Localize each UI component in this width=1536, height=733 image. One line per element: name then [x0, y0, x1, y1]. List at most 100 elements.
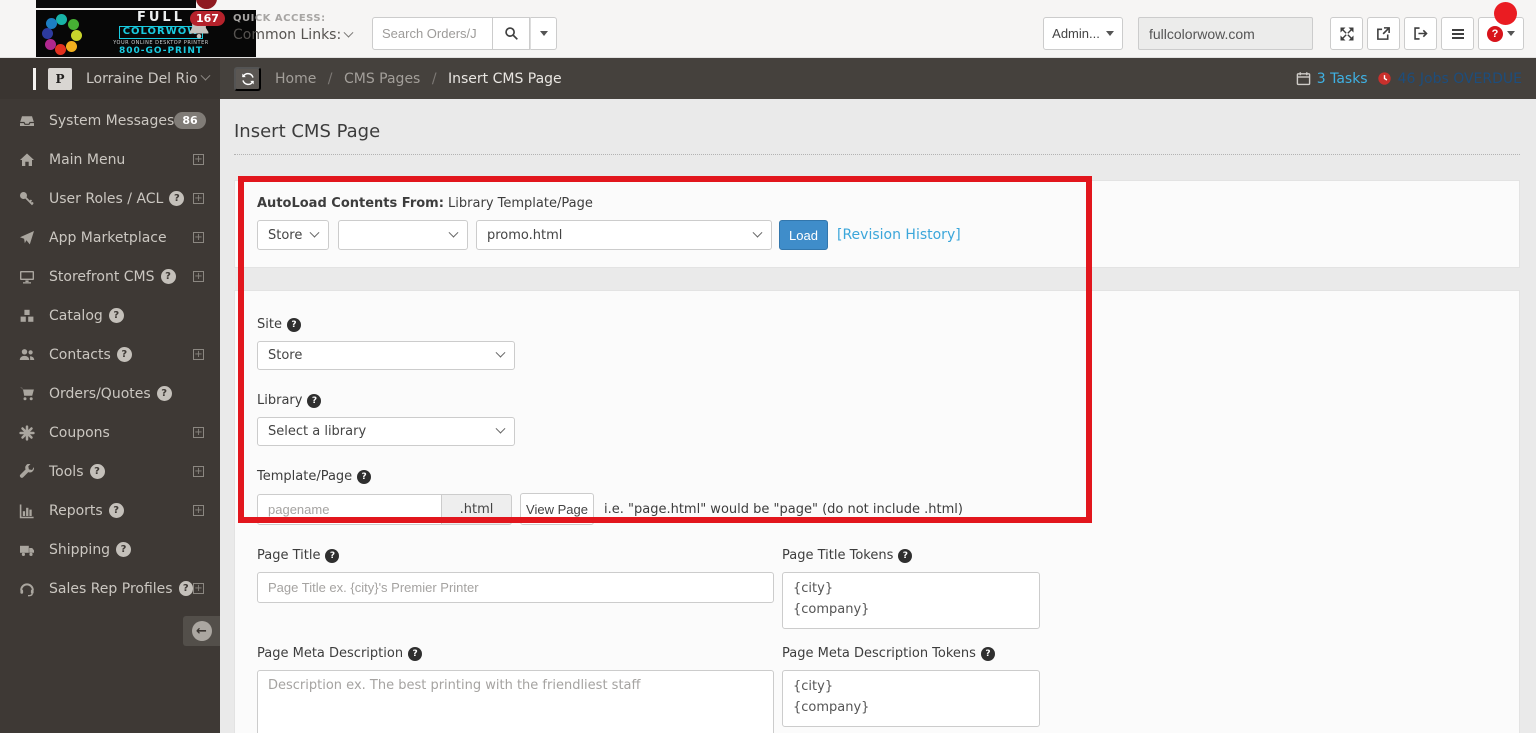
sidebar-item-orders-quotes[interactable]: Orders/Quotes? [0, 374, 220, 413]
sidebar-item-reports[interactable]: Reports? + [0, 491, 220, 530]
chevron-down-icon [495, 423, 506, 434]
overdue-jobs-link[interactable]: 46 Jobs OVERDUE [1398, 71, 1522, 87]
expand-plus-icon[interactable]: + [193, 349, 204, 360]
menu-button[interactable] [1441, 17, 1474, 50]
sidebar-item-tools[interactable]: Tools? + [0, 452, 220, 491]
cubes-icon [18, 308, 36, 324]
help-icon: ? [1487, 25, 1503, 42]
autoload-site-select[interactable]: Store [257, 220, 329, 250]
chevron-down-icon [495, 347, 506, 358]
view-page-button[interactable]: View Page [520, 493, 594, 525]
help-icon: ? [89, 464, 105, 479]
user-menu[interactable]: P Lorraine Del Rio [0, 58, 220, 99]
sidebar-item-system-messages[interactable]: System Messages 86 [0, 101, 220, 140]
autoload-page-select[interactable]: promo.html [476, 220, 772, 250]
help-icon[interactable]: ? [980, 646, 995, 661]
expand-plus-icon[interactable]: + [193, 271, 204, 282]
sidebar-item-app-marketplace[interactable]: App Marketplace + [0, 218, 220, 257]
arrow-left-circle-icon: ← [191, 621, 212, 641]
sign-out-button[interactable] [1404, 17, 1437, 50]
help-icon[interactable]: ? [357, 469, 372, 484]
chevron-down-icon [309, 227, 320, 238]
load-button[interactable]: Load [779, 220, 828, 250]
meta-description-input[interactable] [257, 670, 774, 733]
expand-plus-icon[interactable]: + [193, 232, 204, 243]
key-icon [18, 191, 36, 207]
search-options-dropdown[interactable] [530, 17, 557, 50]
sidebar-item-user-roles-acl[interactable]: User Roles / ACL? + [0, 179, 220, 218]
expand-plus-icon[interactable]: + [193, 466, 204, 477]
paper-plane-icon [18, 230, 36, 246]
chevron-down-icon [343, 27, 354, 38]
sidebar-item-sales-rep-profiles[interactable]: Sales Rep Profiles? + [0, 569, 220, 608]
common-links-dropdown[interactable]: Common Links: [233, 27, 354, 43]
sidebar-menu: System Messages 86 Main Menu + User Roles / … [0, 101, 220, 608]
breadcrumb: Home / CMS Pages / Insert CMS Page [275, 70, 562, 87]
sidebar-item-label: Storefront CMS [49, 268, 155, 285]
site-select[interactable]: Store [257, 341, 515, 370]
help-icon[interactable]: ? [307, 393, 322, 408]
open-external-button[interactable] [1367, 17, 1400, 50]
sidebar-item-contacts[interactable]: Contacts? + [0, 335, 220, 374]
meta-description-tokens-box[interactable]: {city} {company} [782, 670, 1040, 727]
meta-description-label: Page Meta Description [257, 646, 404, 661]
caret-down-icon [1105, 31, 1114, 36]
chevron-down-icon [752, 227, 763, 238]
refresh-icon [241, 72, 254, 85]
search-button[interactable] [493, 17, 530, 50]
page-title-tokens-label: Page Title Tokens [782, 548, 894, 563]
caret-down-icon [1507, 31, 1515, 36]
help-icon: ? [108, 308, 124, 323]
help-icon: ? [116, 542, 132, 557]
expand-plus-icon[interactable]: + [193, 427, 204, 438]
sidebar-item-label: Catalog [49, 307, 103, 324]
library-label: Library [257, 393, 303, 408]
revision-history-link[interactable]: [Revision History] [837, 227, 961, 243]
monitor-icon [18, 269, 36, 285]
tasks-link[interactable]: 3 Tasks [1317, 71, 1368, 87]
breadcrumb-cms-pages[interactable]: CMS Pages [344, 71, 420, 87]
sidebar-item-catalog[interactable]: Catalog? [0, 296, 220, 335]
expand-plus-icon[interactable]: + [193, 154, 204, 165]
user-name: Lorraine Del Rio [86, 70, 198, 87]
admin-dropdown[interactable]: Admin... [1043, 17, 1123, 50]
help-icon[interactable]: ? [408, 646, 423, 661]
dotted-divider [234, 154, 1520, 155]
sidebar-item-storefront-cms[interactable]: Storefront CMS? + [0, 257, 220, 296]
template-page-input[interactable] [257, 493, 442, 525]
page-title-tokens-box[interactable]: {city} {company} [782, 572, 1040, 629]
help-icon[interactable]: ? [898, 548, 913, 563]
sidebar-item-shipping[interactable]: Shipping? [0, 530, 220, 569]
sidebar-item-coupons[interactable]: Coupons + [0, 413, 220, 452]
sidebar-item-label: User Roles / ACL [49, 190, 164, 207]
search-input[interactable] [372, 17, 493, 50]
bell-count-badge: 167 [190, 11, 225, 26]
template-hint-text: i.e. "page.html" would be "page" (do not… [604, 501, 963, 517]
sidebar-item-label: App Marketplace [49, 229, 167, 246]
caret-down-icon [539, 31, 548, 36]
fullscreen-button[interactable] [1330, 17, 1363, 50]
expand-plus-icon[interactable]: + [193, 193, 204, 204]
page-title-input[interactable] [257, 572, 774, 603]
fullscreen-icon [1340, 27, 1353, 40]
help-icon[interactable]: ? [325, 548, 340, 563]
help-icon[interactable]: ? [286, 317, 301, 332]
domain-input[interactable] [1138, 17, 1313, 50]
meta-description-tokens-label: Page Meta Description Tokens [782, 646, 976, 661]
autoload-library-select[interactable] [338, 220, 468, 250]
notifications-bell[interactable]: 167 [184, 11, 225, 48]
library-select[interactable]: Select a library [257, 417, 515, 446]
breadcrumb-home[interactable]: Home [275, 71, 316, 87]
sidebar-item-main-menu[interactable]: Main Menu + [0, 140, 220, 179]
refresh-button[interactable] [234, 66, 261, 91]
sidebar-collapse-button[interactable]: ← [183, 616, 220, 646]
top-header: FULL COLORWOW YOUR ONLINE DESKTOP PRINTE… [0, 0, 1536, 58]
expand-plus-icon[interactable]: + [193, 583, 204, 594]
burst-icon [18, 424, 36, 441]
color-wheel-icon [42, 13, 82, 55]
sidebar-item-label: System Messages [49, 112, 175, 129]
expand-plus-icon[interactable]: + [193, 505, 204, 516]
sidebar-item-label: Sales Rep Profiles [49, 580, 173, 597]
chevron-down-icon [200, 70, 211, 81]
users-icon [18, 347, 36, 363]
